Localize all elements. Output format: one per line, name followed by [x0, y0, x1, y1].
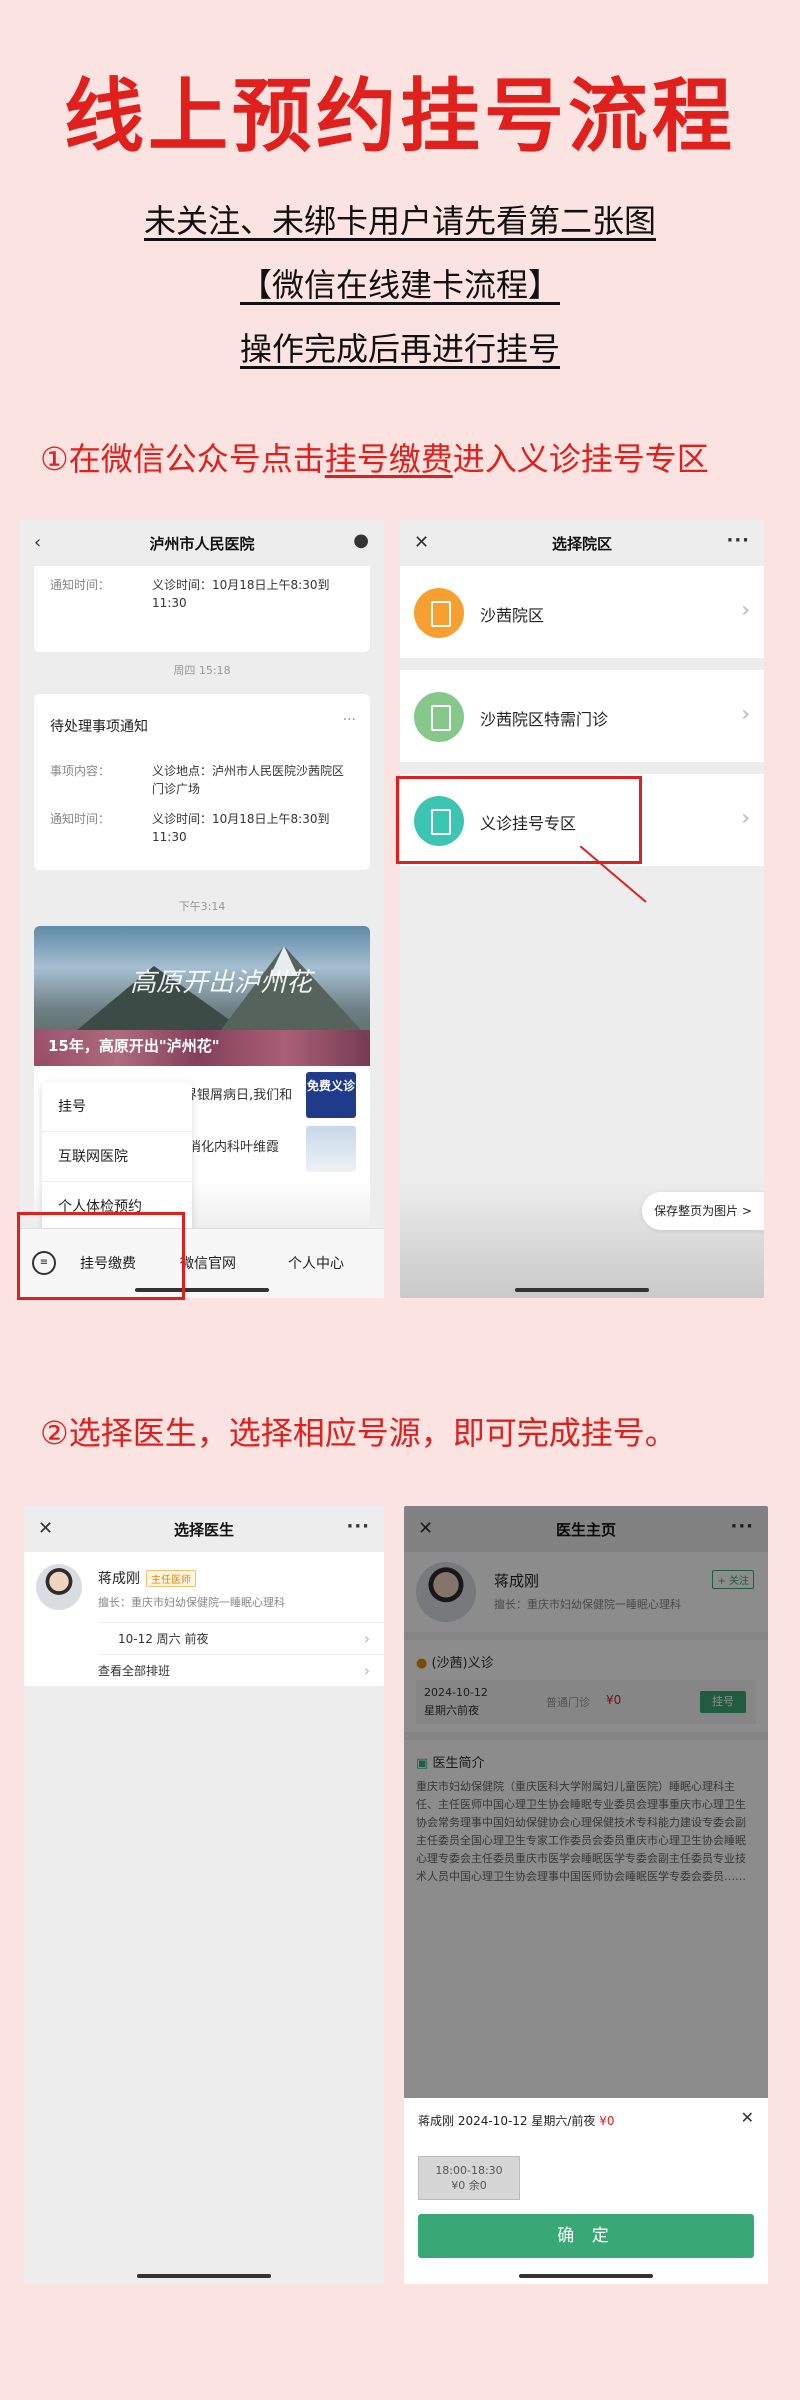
doctor-desc: 擅长：重庆市妇幼保健院一睡眠心理科 — [98, 1596, 285, 1609]
profile-icon[interactable]: ● — [353, 530, 370, 551]
chevron-right-icon: › — [741, 598, 750, 623]
article-banner[interactable]: 高原开出泸州花 15年，高原开出"泸州花" — [34, 926, 370, 1066]
view-all-schedule[interactable]: 查看全部排班 › — [98, 1654, 384, 1686]
intro-line-3: 操作完成后再进行挂号 — [239, 330, 560, 368]
tab-user-center[interactable]: 个人中心 — [288, 1253, 344, 1273]
doctor-card[interactable]: 蒋成刚 主任医师 擅长：重庆市妇幼保健院一睡眠心理科 10-12 周六 前夜 › 查… — [24, 1552, 384, 1686]
slot-row[interactable]: 10-12 周六 前夜 › — [98, 1622, 384, 1654]
time-slot[interactable]: 18:00-18:30 ¥0 余0 — [418, 2156, 520, 2200]
pointer-line — [580, 846, 647, 903]
phone-campus-select: ✕ 选择院区 ··· 沙茜院区 › 沙茜院区特需门诊 › 义诊挂号专区 › 保存… — [400, 520, 764, 1298]
title-badge: 主任医师 — [146, 1570, 196, 1587]
timestamp: 周四 15:18 — [173, 664, 231, 677]
notice-label: 事项内容： — [50, 764, 111, 778]
home-indicator — [137, 2274, 271, 2278]
page-title: 线上预约挂号流程 — [64, 69, 736, 163]
notice-label: 通知时间： — [50, 812, 111, 826]
more-icon[interactable]: ··· — [726, 530, 750, 551]
intro-line-2: 【微信在线建卡流程】 — [239, 266, 560, 304]
chat-header: ‹ 泸州市人民医院 ● — [20, 520, 384, 566]
notice-card[interactable]: 待处理事项通知 ··· 事项内容： 义诊地点：泸州市人民医院沙茜院区门诊广场 通… — [34, 694, 370, 870]
doctor-name: 蒋成刚 — [98, 1571, 140, 1587]
home-indicator — [519, 2274, 653, 2278]
building-icon — [414, 588, 464, 638]
timestamp: 下午3:14 — [178, 900, 226, 913]
tab-official-site[interactable]: 微信官网 — [180, 1253, 236, 1273]
highlight-box — [17, 1212, 185, 1300]
doctor-list-header: ✕ 选择医生 ··· — [24, 1506, 384, 1552]
back-icon[interactable]: ‹ — [34, 532, 41, 553]
avatar — [36, 1564, 82, 1610]
doctor-list-title: 选择医生 — [173, 1520, 234, 1539]
more-icon[interactable]: ··· — [346, 1516, 370, 1537]
close-icon[interactable]: ✕ — [741, 2108, 754, 2127]
close-icon[interactable]: ✕ — [414, 532, 429, 553]
home-indicator — [515, 1288, 649, 1292]
notice-value: 义诊时间：10月18日上午8:30到11:30 — [152, 812, 330, 844]
campus-item-special[interactable]: 沙茜院区特需门诊 › — [400, 670, 764, 762]
menu-popup: 挂号 互联网医院 个人体检预约 — [42, 1082, 192, 1232]
more-icon[interactable]: ··· — [343, 712, 356, 728]
phone-select-doctor: ✕ 选择医生 ··· 蒋成刚 主任医师 擅长：重庆市妇幼保健院一睡眠心理科 10-… — [24, 1506, 384, 2284]
step-2-text: ②选择医生，选择相应号源，即可完成挂号。 — [40, 1414, 677, 1452]
doctor-name-row: 蒋成刚 主任医师 — [98, 1568, 196, 1588]
campus-header: ✕ 选择院区 ··· — [400, 520, 764, 566]
notice-title: 待处理事项通知 — [50, 719, 148, 735]
phone-doctor-page: ✕ 医生主页 ··· 蒋成刚 + 关注 擅长：重庆市妇幼保健院一睡眠心理科 ● … — [404, 1506, 768, 2284]
building-icon — [414, 692, 464, 742]
notice-label: 通知时间： — [50, 578, 111, 592]
notice-value: 义诊时间：10月18日上午8:30到11:30 — [152, 578, 330, 610]
campus-label: 沙茜院区特需门诊 — [480, 710, 609, 729]
campus-title: 选择院区 — [551, 534, 612, 553]
notice-card-top: 通知时间： 义诊时间：10月18日上午8:30到11:30 — [34, 566, 370, 652]
intro-line-1: 未关注、未绑卡用户请先看第二张图 — [143, 202, 656, 240]
account-name: 泸州市人民医院 — [149, 534, 255, 553]
menu-item-register[interactable]: 挂号 — [42, 1082, 192, 1132]
close-icon[interactable]: ✕ — [38, 1518, 53, 1539]
campus-item-shaqian[interactable]: 沙茜院区 › — [400, 566, 764, 658]
thumb-image: 免费义诊 — [306, 1072, 356, 1118]
banner-caption: 15年，高原开出"泸州花" — [48, 1037, 220, 1055]
chevron-right-icon: › — [741, 702, 750, 727]
step-1-text: ①在微信公众号点击挂号缴费进入义诊挂号专区 — [40, 440, 709, 478]
thumb-image — [306, 1126, 356, 1172]
campus-label: 沙茜院区 — [480, 606, 545, 625]
notice-value: 义诊地点：泸州市人民医院沙茜院区门诊广场 — [152, 764, 345, 796]
save-as-image-button[interactable]: 保存整页为图片 > — [642, 1192, 764, 1230]
menu-item-internet-hospital[interactable]: 互联网医院 — [42, 1132, 192, 1182]
banner-brush-title: 高原开出泸州花 — [130, 968, 313, 998]
sheet-title: 蒋成刚 2024-10-12 星期六/前夜 ¥0 — [418, 2114, 615, 2128]
phone-official-account: ‹ 泸州市人民医院 ● 通知时间： 义诊时间：10月18日上午8:30到11:3… — [20, 520, 384, 1298]
modal-overlay — [404, 1506, 768, 2098]
booking-sheet: 蒋成刚 2024-10-12 星期六/前夜 ¥0 ✕ 18:00-18:30 ¥… — [404, 2098, 768, 2284]
confirm-button[interactable]: 确 定 — [418, 2214, 754, 2258]
chevron-right-icon: › — [741, 806, 750, 831]
